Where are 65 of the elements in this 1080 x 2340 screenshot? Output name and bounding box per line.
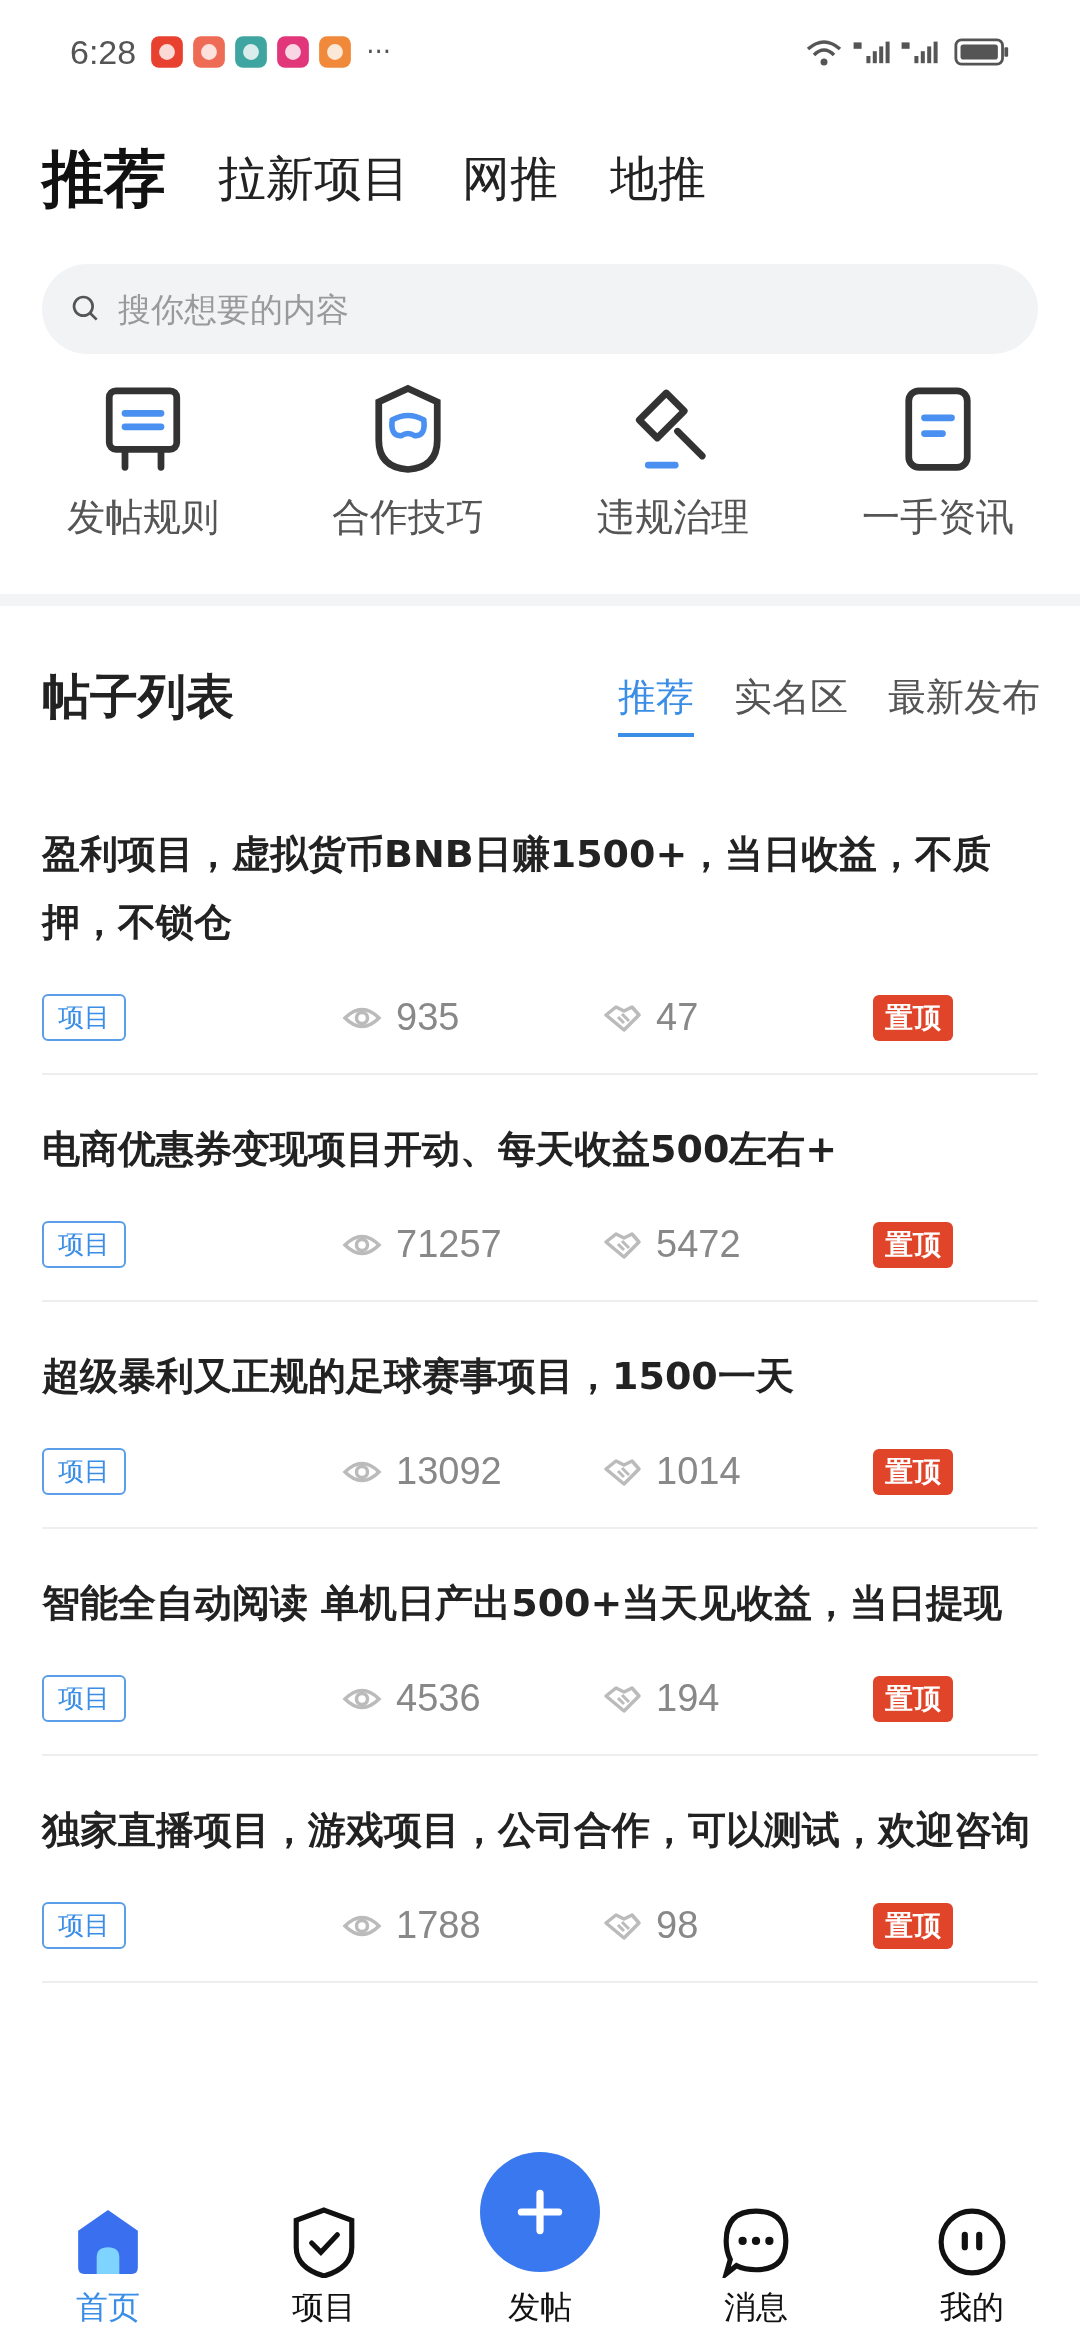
like-count: 47 xyxy=(656,996,699,1039)
view-count: 13092 xyxy=(396,1450,502,1493)
status-time: 6:28 xyxy=(70,32,137,72)
post-item[interactable]: 智能全自动阅读 单机日产出500+当天见收益，当日提现 项目 4536 194 置顶 xyxy=(42,1529,1038,1756)
nav-item[interactable]: 消息 xyxy=(648,2206,864,2330)
filter-tab[interactable]: 最新发布 xyxy=(888,671,1040,737)
category-tab[interactable]: 推荐 xyxy=(42,137,166,221)
post-tag: 项目 xyxy=(42,1448,126,1495)
post-item[interactable]: 独家直播项目，游戏项目，公司合作，可以测试，欢迎咨询 项目 1788 98 置顶 xyxy=(42,1756,1038,1983)
like-count: 98 xyxy=(656,1904,699,1947)
post-item[interactable]: 电商优惠券变现项目开动、每天收益500左右+ 项目 71257 5472 置顶 xyxy=(42,1075,1038,1302)
app-notification-icon xyxy=(318,35,353,69)
app-notification-icon xyxy=(192,35,227,69)
shortcut-item[interactable]: 合作技巧 xyxy=(275,384,540,594)
search-field[interactable]: 搜你想要的内容 xyxy=(42,264,1038,354)
like-count: 1014 xyxy=(656,1450,741,1493)
view-count: 71257 xyxy=(396,1223,502,1266)
view-count: 935 xyxy=(396,996,460,1039)
nav-item[interactable]: 我的 xyxy=(864,2206,1080,2330)
shortcut-item[interactable]: 违规治理 xyxy=(540,384,805,594)
handshake-icon xyxy=(602,1002,642,1033)
post-tag: 项目 xyxy=(42,1221,126,1268)
battery-icon xyxy=(954,37,1010,67)
shortcut-label: 合作技巧 xyxy=(331,494,484,541)
view-count: 4536 xyxy=(396,1677,481,1720)
app-notification-icon xyxy=(234,35,269,69)
post-title: 电商优惠券变现项目开动、每天收益500左右+ xyxy=(42,1126,839,1173)
pinned-badge: 置顶 xyxy=(873,1902,953,1949)
shortcut-label: 发帖规则 xyxy=(66,494,219,541)
category-tab[interactable]: 拉新项目 xyxy=(218,147,410,211)
shortcut-label: 一手资讯 xyxy=(861,494,1014,541)
category-tab[interactable]: 地推 xyxy=(610,147,706,211)
handshake-icon xyxy=(602,1456,642,1487)
post-title: 盈利项目，虚拟货币BNB日赚1500+，当日收益，不质押，不锁仓 xyxy=(42,831,993,946)
nav-item[interactable]: 项目 xyxy=(216,2206,432,2330)
shortcut-label: 违规治理 xyxy=(596,494,749,541)
handshake-icon xyxy=(602,1229,642,1260)
post-tag: 项目 xyxy=(42,1902,126,1949)
app-notification-icon xyxy=(276,35,311,69)
post-tag: 项目 xyxy=(42,1675,126,1722)
section-title: 帖子列表 xyxy=(42,667,234,726)
shortcut-item[interactable]: 一手资讯 xyxy=(805,384,1070,594)
pinned-badge: 置顶 xyxy=(873,1675,953,1722)
filter-tab[interactable]: 实名区 xyxy=(734,671,848,737)
more-notifications: ··· xyxy=(366,37,391,67)
view-count: 1788 xyxy=(396,1904,481,1947)
shortcut-item[interactable]: 发帖规则 xyxy=(10,384,275,594)
nav-item[interactable]: 发帖 xyxy=(432,2152,648,2330)
like-count: 5472 xyxy=(656,1223,741,1266)
handshake-icon xyxy=(602,1683,642,1714)
handshake-icon xyxy=(602,1910,642,1941)
post-item[interactable]: 超级暴利又正规的足球赛事项目，1500一天 项目 13092 1014 置顶 xyxy=(42,1302,1038,1529)
category-tab[interactable]: 网推 xyxy=(462,147,558,211)
post-title: 智能全自动阅读 单机日产出500+当天见收益，当日提现 xyxy=(42,1580,1004,1627)
post-title: 超级暴利又正规的足球赛事项目，1500一天 xyxy=(42,1353,795,1400)
like-count: 194 xyxy=(656,1677,720,1720)
profile-icon xyxy=(936,2206,1008,2278)
pinned-badge: 置顶 xyxy=(873,994,953,1041)
app-notification-icon xyxy=(150,35,185,69)
wifi-icon xyxy=(804,37,844,67)
pinned-badge: 置顶 xyxy=(873,1221,953,1268)
pinned-badge: 置顶 xyxy=(873,1448,953,1495)
post-item[interactable]: 盈利项目，虚拟货币BNB日赚1500+，当日收益，不质押，不锁仓 项目 935 47 置顶 xyxy=(42,780,1038,1075)
post-title: 独家直播项目，游戏项目，公司合作，可以测试，欢迎咨询 xyxy=(42,1807,1031,1854)
post-tag: 项目 xyxy=(42,994,126,1041)
